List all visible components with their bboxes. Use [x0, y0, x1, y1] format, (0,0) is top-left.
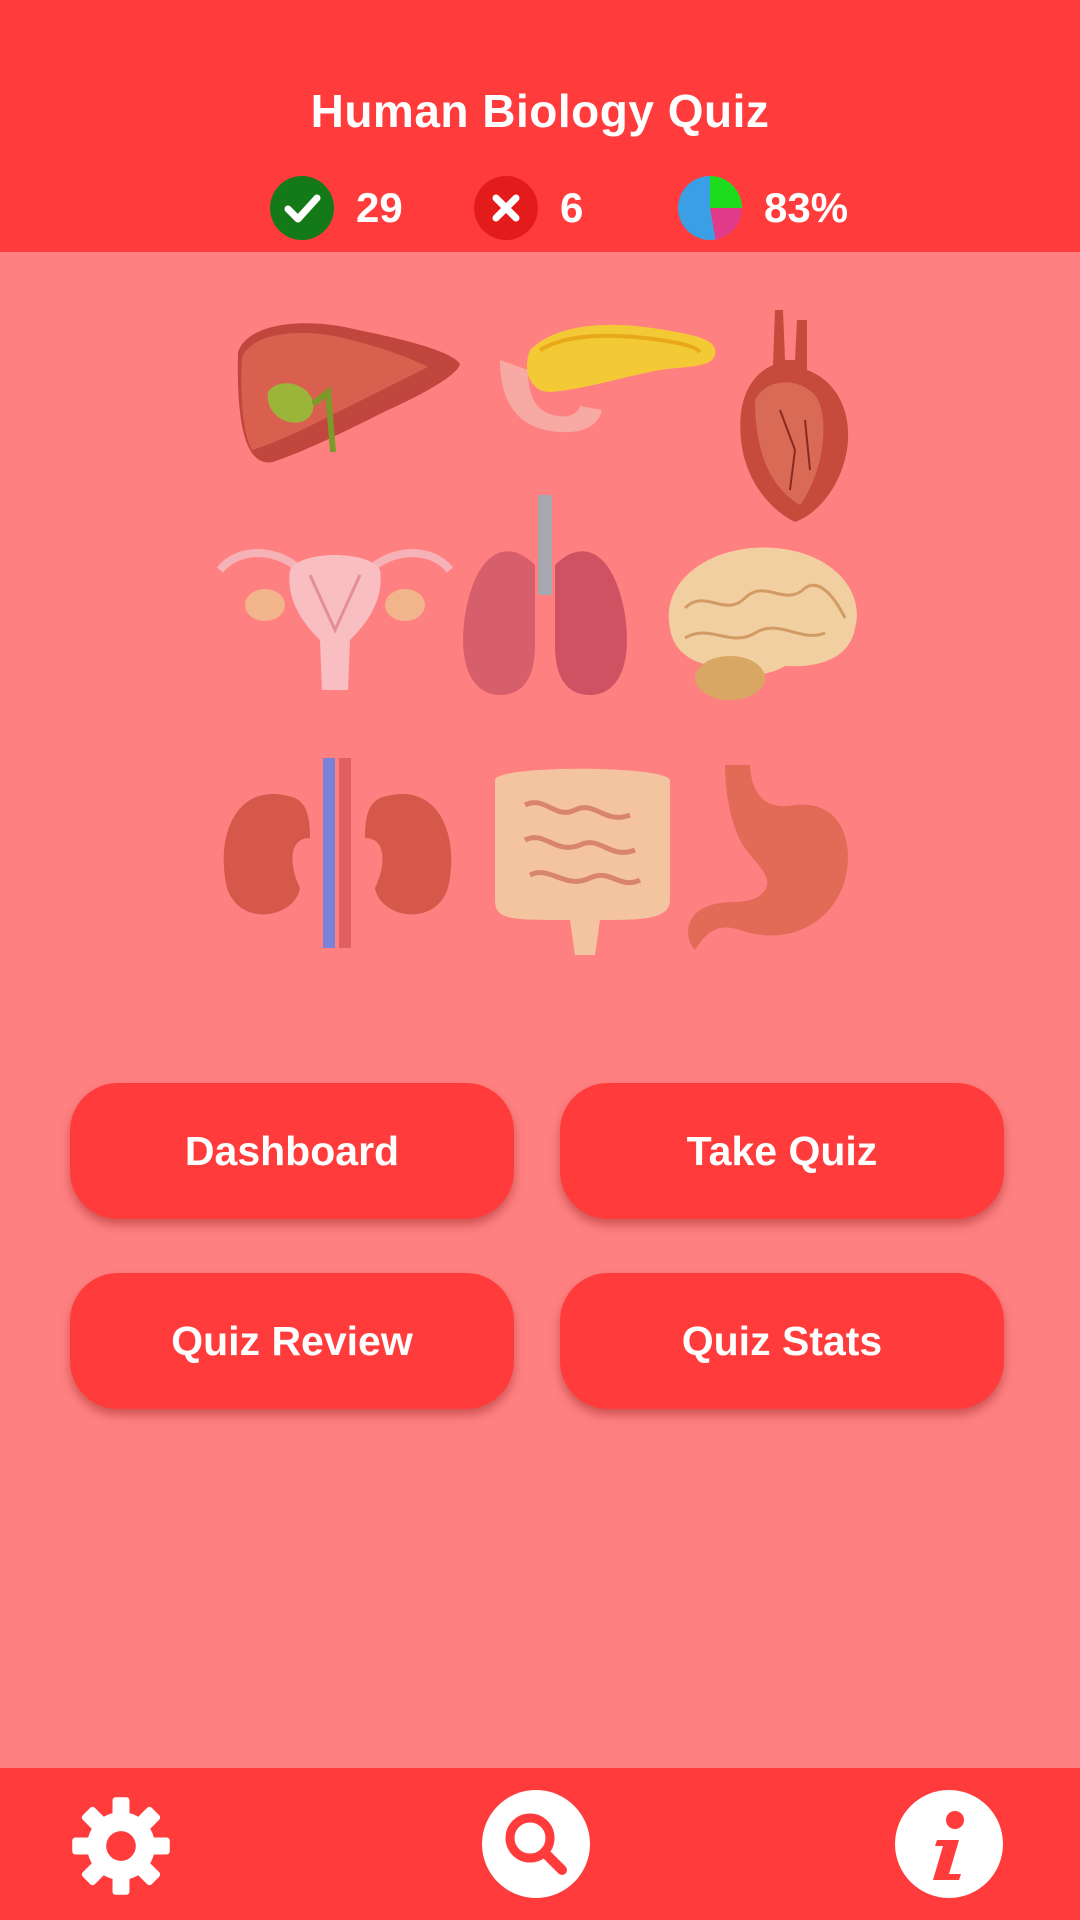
gear-icon[interactable]	[68, 1793, 174, 1899]
search-icon[interactable]	[482, 1790, 590, 1898]
wrong-count: 6	[560, 184, 584, 231]
quiz-review-button[interactable]: Quiz Review	[70, 1273, 514, 1409]
correct-count: 29	[356, 184, 403, 231]
kidneys-image	[223, 758, 452, 948]
cross-icon	[474, 176, 538, 240]
page-title: Human Biology Quiz	[310, 85, 770, 137]
pancreas-image	[500, 324, 716, 433]
liver-image	[237, 323, 460, 463]
organs-illustration	[200, 290, 880, 990]
lungs-image	[463, 495, 627, 695]
wrong-count-stat: 6	[474, 176, 583, 240]
bottom-toolbar	[0, 1768, 1080, 1920]
heart-image	[740, 310, 849, 522]
intestines-image	[495, 768, 670, 955]
info-icon[interactable]	[895, 1790, 1003, 1898]
app-header: Human Biology Quiz 29 6 83%	[0, 0, 1080, 252]
brain-image	[668, 547, 857, 700]
quiz-stats-button[interactable]: Quiz Stats	[560, 1273, 1004, 1409]
checkmark-icon	[270, 176, 334, 240]
score-percent: 83%	[764, 184, 849, 231]
take-quiz-button[interactable]: Take Quiz	[560, 1083, 1004, 1219]
uterus-image	[216, 549, 454, 690]
dashboard-button[interactable]: Dashboard	[70, 1083, 514, 1219]
stomach-image	[688, 765, 848, 950]
correct-count-stat: 29	[270, 176, 403, 240]
pie-chart-icon	[678, 176, 742, 240]
score-percent-stat: 83%	[678, 176, 848, 240]
